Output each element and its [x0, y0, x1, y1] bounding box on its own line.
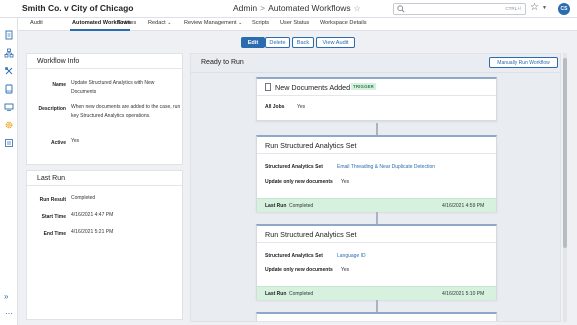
trigger-title: New Documents Added [275, 83, 351, 92]
search-input[interactable]: CTRL+/ [393, 3, 526, 15]
left-sidebar: » ⋯ [0, 18, 18, 325]
chevron-down-icon[interactable]: ▼ [542, 5, 547, 11]
edit-button[interactable]: Edit [241, 37, 265, 48]
last-run-time: 4/16/2021 4:59 PM [442, 203, 485, 209]
last-run-time: 4/16/2021 5:10 PM [442, 291, 485, 297]
structured-analytics-set-label: Structured Analytics Set [265, 253, 323, 259]
divider [191, 72, 560, 73]
card-divider [257, 95, 496, 96]
card-divider [257, 242, 496, 243]
flow-connector [376, 300, 378, 312]
workflow-canvas: Ready to Run Manually Run Workflow New D… [190, 53, 561, 322]
update-only-new-documents-value: Yes [341, 267, 350, 273]
name-label: Name [52, 82, 66, 88]
flow-connector [376, 212, 378, 224]
description-value: When new documents are added to the case… [71, 104, 181, 119]
view-audit-button[interactable]: View Audit [316, 37, 355, 48]
double-chevron-right-icon[interactable]: » [4, 292, 8, 301]
monitor-icon[interactable] [4, 102, 14, 112]
workflow-info-panel: Workflow Info Name Update Structured Ana… [26, 53, 183, 165]
active-value: Yes [71, 138, 80, 144]
end-time-label: End Time [43, 231, 66, 237]
manually-run-workflow-button[interactable]: Manually Run Workflow [489, 57, 558, 68]
document-icon [265, 83, 271, 91]
tab-audit[interactable]: Audit [30, 20, 43, 26]
delete-button[interactable]: Delete [265, 37, 290, 48]
run-result-label: Run Result [39, 197, 66, 203]
all-jobs-label: All Jobs [265, 104, 285, 110]
action-card[interactable]: Run Structured Analytics Set Structured … [256, 135, 497, 212]
tab-review-management[interactable]: Review Management ⌄ [184, 20, 242, 26]
action-title: Run Structured Analytics Set [265, 141, 357, 150]
case-title[interactable]: Smith Co. v City of Chicago [22, 3, 133, 13]
gear-icon[interactable] [4, 120, 14, 130]
last-run-status: Completed [289, 203, 314, 209]
last-run-label: Last Run [265, 203, 287, 209]
card-divider [257, 153, 496, 154]
last-run-bar: Last Run Completed 4/16/2021 5:10 PM [257, 286, 496, 300]
favorite-star-icon[interactable]: ☆ [354, 4, 361, 13]
page-title: Automated Workflows [268, 3, 351, 13]
structured-analytics-set-label: Structured Analytics Set [265, 164, 323, 170]
tab-scripts[interactable]: Scripts [252, 20, 269, 26]
document-icon[interactable] [4, 30, 14, 40]
chevron-down-icon: ⌄ [238, 20, 243, 26]
trigger-badge: TRIGGER [351, 83, 376, 90]
name-value: Update Structured Analytics with New Doc… [71, 80, 155, 95]
description-label: Description [38, 106, 66, 112]
panel-title: Workflow Info [27, 54, 182, 69]
update-only-new-documents-label: Update only new documents [265, 179, 333, 185]
tools-icon[interactable] [4, 66, 14, 76]
active-label: Active [50, 140, 66, 146]
panel-title: Last Run [27, 171, 182, 186]
tab-workspace-details[interactable]: Workspace Details [320, 20, 367, 26]
tab-entities[interactable]: Entities [118, 20, 136, 26]
structured-analytics-set-link[interactable]: Language ID [337, 253, 366, 259]
tab-bar: Audit Automated Workflows Entities Redac… [18, 18, 577, 31]
book-icon[interactable] [4, 84, 14, 94]
list-icon[interactable] [4, 138, 14, 148]
action-card[interactable]: Run Structured Analytics Set Structured … [256, 224, 497, 300]
workflow-status: Ready to Run [201, 59, 244, 66]
favorites-star-icon[interactable]: ☆ [530, 2, 539, 13]
start-time-value: 4/16/2021 4:47 PM [71, 212, 114, 218]
structured-analytics-set-link[interactable]: Email Threading & Near Duplicate Detecti… [337, 164, 435, 170]
back-button[interactable]: Back [292, 37, 314, 48]
tab-redact-label: Redact [148, 20, 166, 26]
last-run-label: Last Run [265, 291, 287, 297]
tab-review-management-label: Review Management [184, 20, 237, 26]
top-bar: Smith Co. v City of Chicago Admin > Automa… [0, 0, 577, 18]
tab-user-status[interactable]: User Status [280, 20, 309, 26]
user-avatar[interactable]: CS [558, 3, 570, 15]
action-title: Run Structured Analytics Set [265, 230, 357, 239]
end-time-value: 4/16/2021 5:21 PM [71, 229, 114, 235]
trigger-card[interactable]: New Documents Added TRIGGER All Jobs Yes [256, 77, 497, 121]
breadcrumb-admin[interactable]: Admin [233, 3, 257, 13]
search-icon [397, 5, 405, 13]
ellipsis-icon[interactable]: ⋯ [5, 309, 13, 318]
start-time-label: Start Time [41, 214, 66, 220]
update-only-new-documents-label: Update only new documents [265, 267, 333, 273]
all-jobs-value: Yes [297, 104, 306, 110]
tab-redact[interactable]: Redact ⌄ [148, 20, 172, 26]
breadcrumb-separator: > [260, 3, 266, 13]
last-run-status: Completed [289, 291, 314, 297]
last-run-bar: Last Run Completed 4/16/2021 4:59 PM [257, 198, 496, 212]
scrollbar-thumb[interactable] [563, 58, 567, 248]
breadcrumb: Admin > Automated Workflows ☆ [233, 3, 361, 13]
update-only-new-documents-value: Yes [341, 179, 350, 185]
hierarchy-icon[interactable] [4, 48, 14, 58]
action-card[interactable] [256, 312, 497, 321]
last-run-panel: Last Run Run Result Completed Start Time… [26, 170, 183, 320]
run-result-value: Completed [71, 195, 96, 201]
search-shortcut: CTRL+/ [505, 6, 521, 11]
chevron-down-icon: ⌄ [167, 20, 172, 26]
flow-connector [376, 123, 378, 135]
